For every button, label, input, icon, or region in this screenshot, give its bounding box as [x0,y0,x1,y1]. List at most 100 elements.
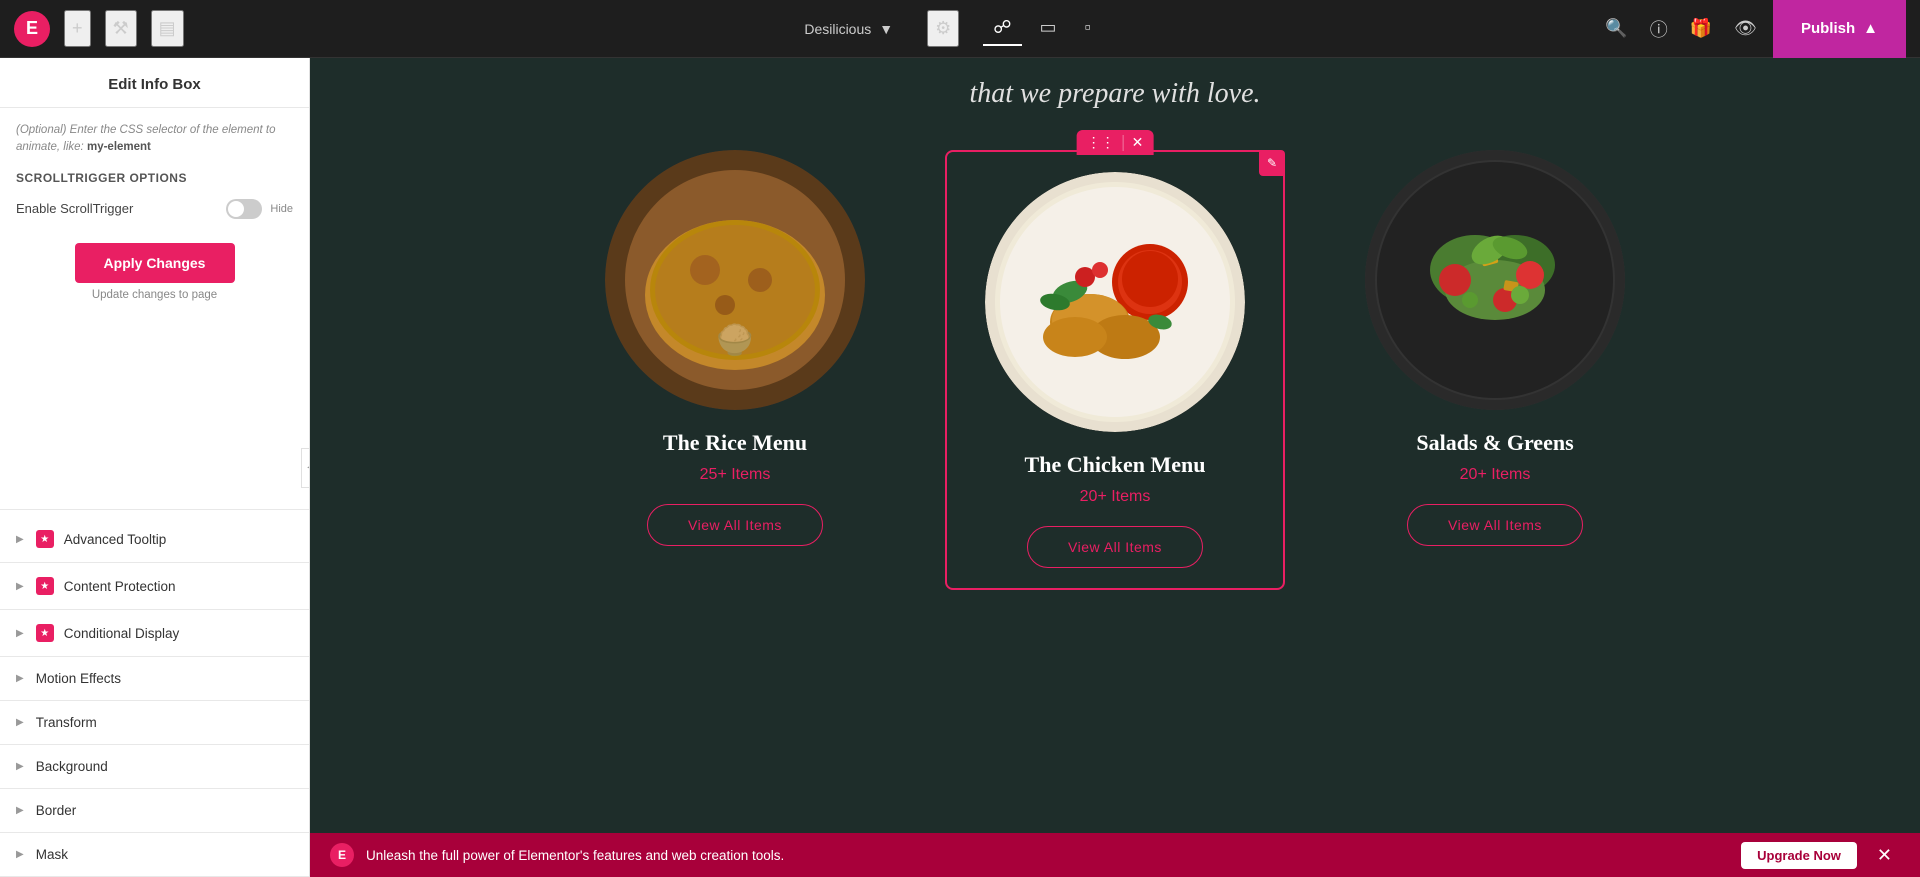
accordion-transform[interactable]: ▶ Transform [0,701,309,745]
accordion-label-advanced-tooltip: Advanced Tooltip [64,532,167,547]
toggle-wrap: Hide [226,199,293,219]
accordion-conditional-display[interactable]: ▶ ★ Conditional Display [0,610,309,657]
accordion-header-mask[interactable]: ▶ Mask [0,833,309,876]
page-subtitle: that we prepare with love. [949,78,1280,110]
gift-button[interactable]: 🎁 [1684,12,1718,45]
food-card-rice[interactable]: 🍚 The Rice Menu 25+ Items View All Items [565,150,905,546]
accordion-arrow: ▶ [16,673,24,684]
optional-hint: (Optional) Enter the CSS selector of the… [16,122,293,157]
help-button[interactable]: ⓘ [1644,10,1674,48]
preview-button[interactable]: 👁 [1728,12,1763,45]
elementor-logo[interactable]: E [14,11,50,47]
page-inner: that we prepare with love. [310,58,1920,590]
scrolltrigger-toggle[interactable] [226,199,262,219]
scrolltrigger-section-label: ScrollTrigger Options [16,171,293,185]
main-area: Edit Info Box (Optional) Enter the CSS s… [0,58,1920,877]
toolbar-divider [1123,135,1124,151]
accordion-label-motion-effects: Motion Effects [36,671,121,686]
accordion-header-transform[interactable]: ▶ Transform [0,701,309,744]
conditional-display-icon: ★ [36,624,54,642]
accordion-label-border: Border [36,803,77,818]
food-card-chicken[interactable]: ⋮⋮ ✕ ✎ [945,150,1285,590]
topbar: E + ⚒ ▤ Desilicious ▼ ⚙ ☍ ▭ ▫ 🔍 ⓘ 🎁 👁 Pu… [0,0,1920,58]
accordion-advanced-tooltip[interactable]: ▶ ★ Advanced Tooltip [0,516,309,563]
accordion-header-motion-effects[interactable]: ▶ Motion Effects [0,657,309,700]
accordion-arrow: ▶ [16,849,24,860]
panel-header: Edit Info Box [0,58,309,108]
accordion-border[interactable]: ▶ Border [0,789,309,833]
selected-toolbar: ⋮⋮ ✕ [1077,130,1154,155]
accordion-arrow: ▶ [16,761,24,772]
site-name-button[interactable]: Desilicious ▼ [794,15,903,43]
notification-bar: E Unleash the full power of Elementor's … [310,833,1920,877]
accordion-header-border[interactable]: ▶ Border [0,789,309,832]
accordion-motion-effects[interactable]: ▶ Motion Effects [0,657,309,701]
food-card-name-salads: Salads & Greens [1416,430,1573,456]
publish-label: Publish [1801,20,1855,37]
layers-icon[interactable]: ▤ [151,10,184,47]
upgrade-now-button[interactable]: Upgrade Now [1741,842,1857,869]
food-card-salads[interactable]: Salads & Greens 20+ Items View All Items [1325,150,1665,546]
site-name-label: Desilicious [804,21,871,37]
food-card-img-salads [1365,150,1625,410]
accordion-label-mask: Mask [36,847,68,862]
topbar-left: E + ⚒ ▤ [0,10,310,47]
accordion-header-background[interactable]: ▶ Background [0,745,309,788]
food-card-name-rice: The Rice Menu [663,430,807,456]
divider [0,509,309,510]
accordion-arrow: ▶ [16,534,24,545]
food-card-img-rice: 🍚 [605,150,865,410]
advanced-tooltip-icon: ★ [36,530,54,548]
close-notification-button[interactable]: ✕ [1869,841,1900,870]
accordion-mask[interactable]: ▶ Mask [0,833,309,877]
topbar-center: Desilicious ▼ ⚙ ☍ ▭ ▫ [310,10,1585,47]
settings-icon[interactable]: ⚒ [105,10,137,47]
accordion-arrow: ▶ [16,581,24,592]
tablet-icon[interactable]: ▭ [1030,11,1067,46]
canvas-area: that we prepare with love. [310,58,1920,877]
food-card-count-salads: 20+ Items [1460,466,1531,484]
accordion-label-background: Background [36,759,108,774]
panel-collapse-handle[interactable]: ◀ [301,448,310,488]
chevron-down-icon: ▼ [879,21,893,37]
topbar-right: 🔍 ⓘ 🎁 👁 Publish ▲ [1585,0,1920,58]
left-panel: Edit Info Box (Optional) Enter the CSS s… [0,58,310,877]
panel-title: Edit Info Box [20,76,289,93]
desktop-icon[interactable]: ☍ [983,11,1021,46]
mobile-icon[interactable]: ▫ [1075,11,1101,46]
food-card-btn-chicken[interactable]: View All Items [1027,526,1203,568]
accordion-label-conditional-display: Conditional Display [64,626,180,641]
food-card-count-rice: 25+ Items [700,466,771,484]
page-content: that we prepare with love. [310,58,1920,833]
accordion-label-content-protection: Content Protection [64,579,176,594]
close-toolbar-icon[interactable]: ✕ [1132,134,1144,151]
food-card-btn-salads[interactable]: View All Items [1407,504,1583,546]
site-settings-icon[interactable]: ⚙ [927,10,959,47]
notification-text: Unleash the full power of Elementor's fe… [366,848,1729,863]
apply-changes-button[interactable]: Apply Changes [75,243,235,283]
food-card-count-chicken: 20+ Items [1080,488,1151,506]
toggle-hide-label: Hide [270,203,293,215]
accordion-background[interactable]: ▶ Background [0,745,309,789]
drag-icon[interactable]: ⋮⋮ [1087,134,1115,151]
search-button[interactable]: 🔍 [1599,12,1633,45]
food-card-img-chicken [985,172,1245,432]
update-text: Update changes to page [16,289,293,301]
edit-corner-icon[interactable]: ✎ [1259,150,1285,176]
content-protection-icon: ★ [36,577,54,595]
scrolltrigger-row: Enable ScrollTrigger Hide [16,193,293,225]
accordion-header-content-protection[interactable]: ▶ ★ Content Protection [0,563,309,609]
food-card-btn-rice[interactable]: View All Items [647,504,823,546]
accordion-header-advanced-tooltip[interactable]: ▶ ★ Advanced Tooltip [0,516,309,562]
add-widget-button[interactable]: + [64,10,91,47]
publish-arrow-icon: ▲ [1863,20,1878,37]
svg-text:🍚: 🍚 [716,322,754,357]
accordion-header-conditional-display[interactable]: ▶ ★ Conditional Display [0,610,309,656]
food-card-name-chicken: The Chicken Menu [1025,452,1206,478]
food-cards-row: 🍚 The Rice Menu 25+ Items View All Items… [505,150,1725,590]
publish-button[interactable]: Publish ▲ [1773,0,1906,58]
accordion-arrow: ▶ [16,805,24,816]
scrolltrigger-label: Enable ScrollTrigger [16,201,133,216]
accordion-content-protection[interactable]: ▶ ★ Content Protection [0,563,309,610]
accordion-arrow: ▶ [16,628,24,639]
